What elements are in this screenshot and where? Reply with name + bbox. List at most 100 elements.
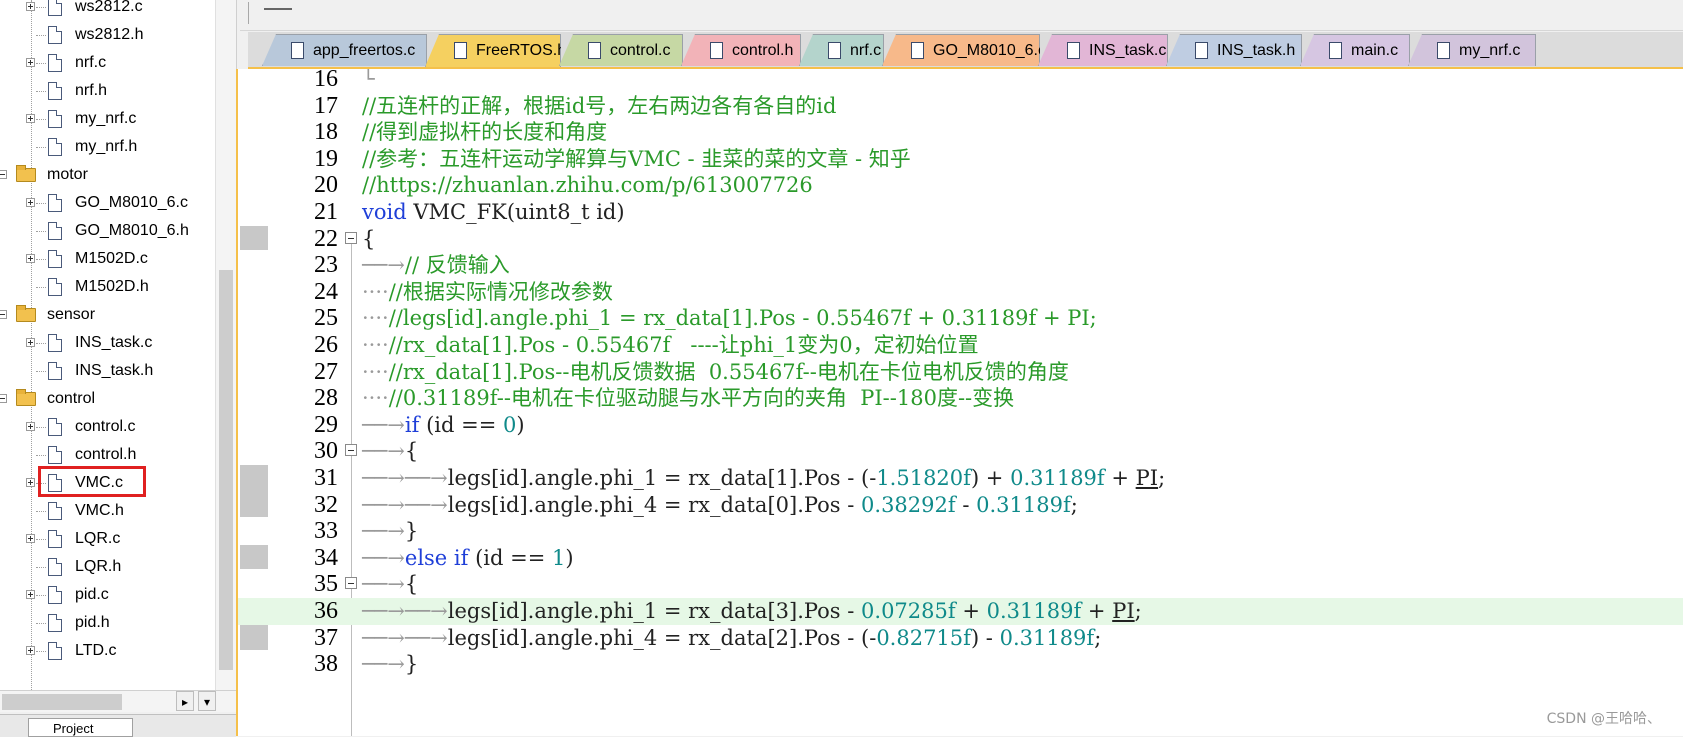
scrollbar-thumb[interactable] <box>219 270 233 670</box>
code-line[interactable]: 26 ····//rx_data[1].Pos - 0.55467f ----让p… <box>238 332 1683 359</box>
tab-nrf-c[interactable]: nrf.c <box>799 34 884 66</box>
tree-folder[interactable]: motor <box>0 161 215 189</box>
tab-freertos-h[interactable]: FreeRTOS.h <box>425 34 561 67</box>
tree-horizontal-scrollbar[interactable]: ▸ ▾ <box>0 690 236 712</box>
code-line[interactable]: 28 ····//0.31189f--电机在卡位驱动腿与水平方向的夹角 PI--1… <box>238 385 1683 412</box>
tab-label: nrf.c <box>850 42 882 59</box>
tree-folder[interactable]: sensor <box>0 301 215 329</box>
line-number: 36 <box>314 598 338 624</box>
code-line[interactable]: 17 //五连杆的正解，根据id号，左右两边各有各自的id <box>238 93 1683 120</box>
tree-file[interactable]: INS_task.h <box>0 357 215 385</box>
code-line[interactable]: 27 ····//rx_data[1].Pos--电机反馈数据 0.55467f-… <box>238 359 1683 386</box>
tab-control-h[interactable]: control.h <box>681 34 801 66</box>
tree-file[interactable]: ws2812.c <box>0 0 215 21</box>
code-line[interactable]: 16 └ <box>238 69 1683 93</box>
tree-file[interactable]: LQR.c <box>0 525 215 553</box>
file-icon <box>710 42 723 59</box>
tree-file[interactable]: my_nrf.c <box>0 105 215 133</box>
code-token: ) - <box>970 625 1000 650</box>
file-icon <box>48 0 62 16</box>
expand-icon[interactable] <box>26 114 35 123</box>
code-token: legs[id].angle.phi_4 = rx_data[0].Pos - <box>447 492 862 517</box>
expand-icon[interactable] <box>26 58 35 67</box>
tab-control-c[interactable]: control.c <box>559 34 683 66</box>
code-text: ──→──→legs[id].angle.phi_4 = rx_data[2].… <box>362 625 1101 652</box>
code-line[interactable]: 30 ──→{ <box>238 438 1683 465</box>
code-line[interactable]: 38 ──→} <box>238 651 1683 678</box>
expand-icon[interactable] <box>26 422 35 431</box>
tab-ins-task-h[interactable]: INS_task.h <box>1166 34 1302 66</box>
tab-ins-task-c[interactable]: INS_task.c <box>1038 34 1168 66</box>
tree-file[interactable]: my_nrf.h <box>0 133 215 161</box>
collapse-icon[interactable] <box>0 394 7 403</box>
file-icon <box>48 250 62 268</box>
fold-toggle-icon[interactable] <box>345 231 357 244</box>
tree-file[interactable]: pid.c <box>0 581 215 609</box>
code-line[interactable]: 18 //得到虚拟杆的长度和角度 <box>238 119 1683 146</box>
line-number: 26 <box>314 332 338 358</box>
code-token: ──→ <box>362 253 405 278</box>
minimize-icon[interactable] <box>264 8 292 10</box>
code-line[interactable]: 25 ····//legs[id].angle.phi_1 = rx_data[1… <box>238 305 1683 332</box>
tree-item-label: sensor <box>47 306 96 323</box>
code-line[interactable]: 37 ──→──→legs[id].angle.phi_4 = rx_data[2… <box>238 625 1683 652</box>
tree-file[interactable]: INS_task.c <box>0 329 215 357</box>
collapse-icon[interactable] <box>0 170 7 179</box>
project-panel-tab[interactable]: Project <box>28 718 133 737</box>
code-line[interactable]: 35 ──→{ <box>238 571 1683 598</box>
tab-go-m8010-6-c[interactable]: GO_M8010_6.c <box>882 34 1040 66</box>
tree-file[interactable]: nrf.h <box>0 77 215 105</box>
expand-icon[interactable] <box>26 646 35 655</box>
tree-file[interactable]: LTD.c <box>0 637 215 665</box>
code-line[interactable]: 36 ──→──→legs[id].angle.phi_1 = rx_data[3… <box>238 598 1683 625</box>
tree-file[interactable]: control.c <box>0 413 215 441</box>
code-line[interactable]: 33 ──→} <box>238 518 1683 545</box>
line-number: 28 <box>314 385 338 412</box>
fold-toggle-icon[interactable] <box>345 577 357 590</box>
expand-icon[interactable] <box>26 338 35 347</box>
tree-file[interactable]: M1502D.h <box>0 273 215 301</box>
code-token: ; <box>1094 625 1102 650</box>
tab-main-c[interactable]: main.c <box>1300 34 1410 66</box>
tab-app-freertos-c[interactable]: app_freertos.c <box>262 34 427 66</box>
tree-file[interactable]: nrf.c <box>0 49 215 77</box>
scroll-down-button[interactable]: ▾ <box>198 691 216 711</box>
code-text: ──→──→legs[id].angle.phi_4 = rx_data[0].… <box>362 492 1078 519</box>
collapse-icon[interactable] <box>0 310 7 319</box>
scroll-right-button[interactable]: ▸ <box>176 691 194 711</box>
tree-file[interactable]: M1502D.c <box>0 245 215 273</box>
code-token: 0.38292f <box>861 492 956 517</box>
tree-vertical-scrollbar[interactable] <box>215 0 236 712</box>
expand-icon[interactable] <box>26 198 35 207</box>
tree-file[interactable]: pid.h <box>0 609 215 637</box>
tab-label: my_nrf.c <box>1459 42 1521 59</box>
expand-icon[interactable] <box>26 2 35 11</box>
tree-file[interactable]: GO_M8010_6.h <box>0 217 215 245</box>
code-line[interactable]: 21 void VMC_FK(uint8_t id) <box>238 199 1683 226</box>
tree-file[interactable]: control.h <box>0 441 215 469</box>
tree-folder[interactable]: control <box>0 385 215 413</box>
code-line[interactable]: 24 ····//根据实际情况修改参数 <box>238 279 1683 306</box>
code-line[interactable]: 19 //参考：五连杆运动学解算与VMC - 韭菜的菜的文章 - 知乎 <box>238 146 1683 173</box>
tree-file[interactable]: VMC.h <box>0 497 215 525</box>
code-line[interactable]: 29 ──→if (id == 0) <box>238 412 1683 439</box>
code-line[interactable]: 20 //https://zhuanlan.zhihu.com/p/6130077… <box>238 172 1683 199</box>
expand-icon[interactable] <box>26 534 35 543</box>
fold-toggle-icon[interactable] <box>345 444 357 457</box>
code-line[interactable]: 31 ──→──→legs[id].angle.phi_1 = rx_data[1… <box>238 465 1683 492</box>
expand-icon[interactable] <box>26 254 35 263</box>
tree-file[interactable]: ws2812.h <box>0 21 215 49</box>
code-token: 0.31189f <box>976 492 1071 517</box>
code-text: ····//根据实际情况修改参数 <box>362 279 613 306</box>
code-line[interactable]: 32 ──→──→legs[id].angle.phi_4 = rx_data[0… <box>238 492 1683 519</box>
code-line[interactable]: 34 ──→else if (id == 1) <box>238 545 1683 572</box>
tab-my-nrf-c[interactable]: my_nrf.c <box>1408 34 1536 66</box>
expand-icon[interactable] <box>26 478 35 487</box>
code-line[interactable]: 23 ──→// 反馈输入 <box>238 252 1683 279</box>
tree-file[interactable]: GO_M8010_6.c <box>0 189 215 217</box>
tree-file[interactable]: LQR.h <box>0 553 215 581</box>
scrollbar-thumb[interactable] <box>2 694 122 710</box>
expand-icon[interactable] <box>26 590 35 599</box>
code-editor[interactable]: 16 └ 17 //五连杆的正解，根据id号，左右两边各有各自的id 18 //得到虚拟杆… <box>236 69 1683 736</box>
code-line[interactable]: 22 { <box>238 226 1683 253</box>
